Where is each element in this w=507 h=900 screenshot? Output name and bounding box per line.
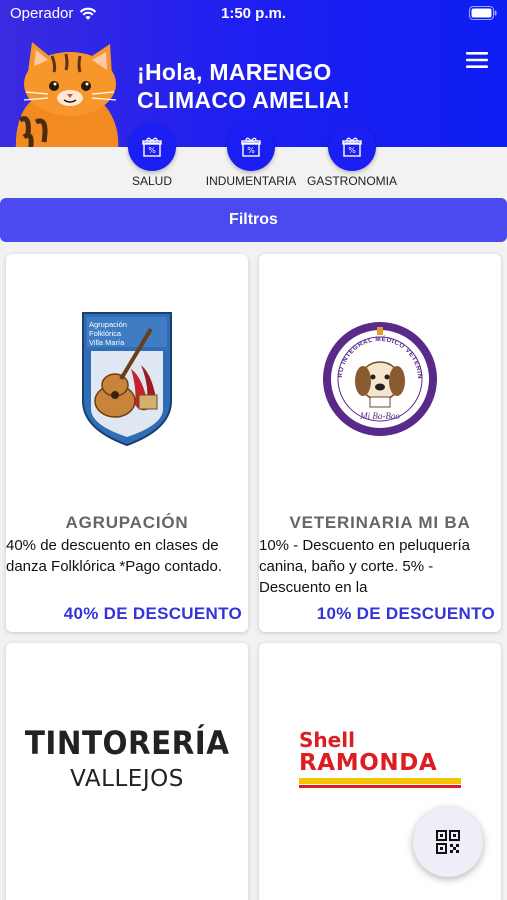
svg-text:%: % [247, 146, 255, 155]
svg-text:%: % [148, 146, 156, 155]
gift-percent-icon: % [241, 137, 261, 157]
logo-name: Mi Ba-Bao [359, 411, 400, 421]
agrupacion-folklorica-logo: Agrupación Folklórica Villa María [82, 312, 172, 447]
card-discount: 40% DE DESCUENTO [63, 604, 242, 623]
category-gastronomia[interactable]: % GASTRONOMIA [304, 123, 400, 188]
greeting-title: ¡Hola, MARENGO CLIMACO AMELIA! [137, 59, 351, 113]
logo-line-1: Shell [299, 727, 355, 752]
logo-line-1: Agrupación [89, 320, 127, 329]
category-salud[interactable]: % SALUD [122, 123, 182, 188]
logo-line-2: VALLEJOS [70, 766, 184, 792]
logo-line-3: Villa María [89, 338, 125, 347]
logo-line-2: RAMONDA [299, 749, 438, 776]
card-discount: 10% DE DESCUENTO [316, 604, 495, 623]
card-logo: Agrupación Folklórica Villa María [6, 254, 248, 504]
logo-stripe-red [299, 784, 461, 788]
category-bar: % SALUD % INDUMENTARIA % GASTRONOMIA [0, 123, 507, 197]
category-label: INDUMENTARIA [205, 174, 297, 188]
logo-line-1: TINTORERÍA [24, 724, 230, 762]
card-logo: CENTRO INTEGRAL MÉDICO VETERINARIO Mi Ba… [259, 254, 501, 504]
benefit-card-veterinaria[interactable]: CENTRO INTEGRAL MÉDICO VETERINARIO Mi Ba… [259, 254, 501, 632]
hamburger-menu-icon[interactable] [462, 48, 492, 72]
tintoreria-logo: TINTORERÍA VALLEJOS [16, 724, 238, 792]
card-description: 40% de descuento en clases de danza Folk… [6, 537, 222, 575]
battery-icon [469, 6, 497, 20]
category-indumentaria[interactable]: % INDUMENTARIA [200, 123, 302, 188]
card-title: VETERINARIA MI BA [289, 513, 471, 532]
category-icon-circle: % [128, 123, 176, 171]
category-icon-circle: % [227, 123, 275, 171]
category-icon-circle: % [328, 123, 376, 171]
status-bar: Operador 1:50 p.m. [0, 0, 507, 28]
clock: 1:50 p.m. [220, 5, 287, 22]
svg-text:%: % [348, 146, 356, 155]
veterinaria-logo: CENTRO INTEGRAL MÉDICO VETERINARIO Mi Ba… [320, 319, 437, 436]
shell-ramonda-logo: Shell RAMONDA [299, 729, 461, 788]
category-label: SALUD [131, 174, 172, 188]
logo-line-2: Folklórica [89, 329, 122, 338]
gift-percent-icon: % [342, 137, 362, 157]
card-logo: TINTORERÍA VALLEJOS [6, 643, 248, 873]
qr-scan-button[interactable] [413, 807, 483, 877]
benefit-card-agrupacion[interactable]: Agrupación Folklórica Villa María AGRUPA… [6, 254, 248, 632]
gift-percent-icon: % [142, 137, 162, 157]
qr-code-icon [436, 830, 460, 854]
category-label: GASTRONOMIA [306, 174, 397, 188]
card-description: 10% - Descuento en peluquería canina, ba… [259, 537, 470, 596]
card-title: AGRUPACIÓN [65, 513, 189, 532]
cat-mascot-icon [15, 42, 119, 147]
benefit-card-tintoreria[interactable]: TINTORERÍA VALLEJOS [6, 643, 248, 900]
logo-stripe [299, 777, 461, 784]
filters-button[interactable]: Filtros [0, 198, 507, 242]
